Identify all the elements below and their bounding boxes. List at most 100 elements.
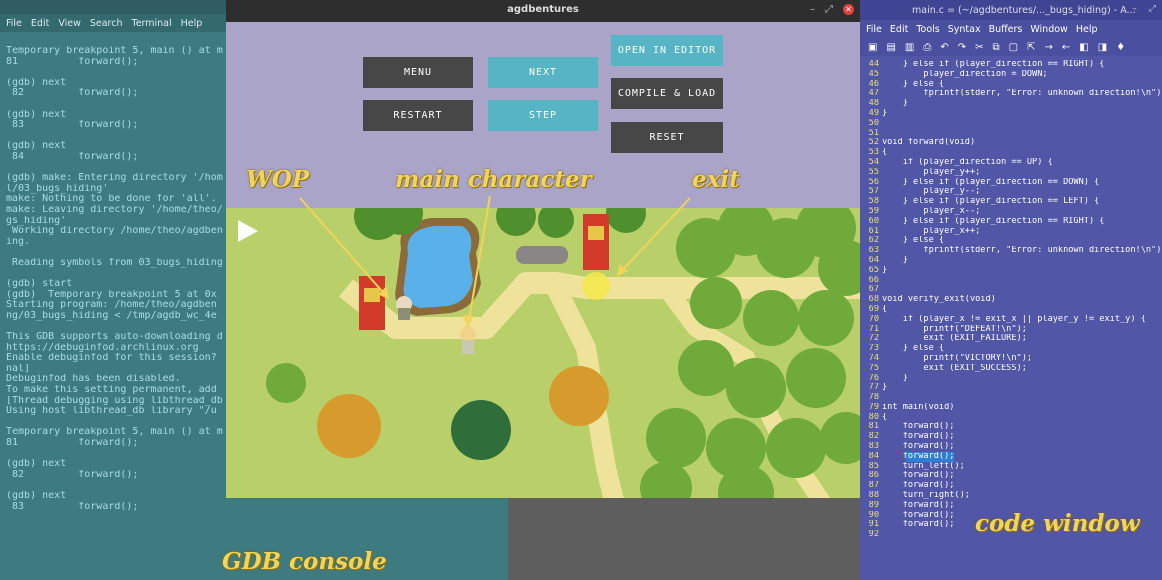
code-line: 47 fprintf(stderr, "Error: unknown direc… [860,89,1162,99]
line-number: 67 [868,285,879,295]
code-toolbar: ▣ ▤ ▥ ⎙ ↶ ↷ ✂ ⧉ ▢ ⇱ → ← ◧ ◨ ♦ [860,38,1162,56]
code-line: 83 forward(); [860,442,1162,452]
open-icon[interactable]: ▣ [868,42,877,53]
code-menu-file[interactable]: File [866,24,882,35]
code-menu-tools[interactable]: Tools [916,24,939,35]
line-number: 90 [868,510,879,520]
game-window: agdbentures – ⤢ ✕ MENU NEXT OPEN IN EDIT… [226,0,860,498]
line-number: 91 [868,520,879,530]
terminal-menu-search[interactable]: Search [90,18,123,29]
line-number: 55 [868,167,879,177]
line-number: 58 [868,197,879,207]
code-text: } else { [882,79,945,89]
maximize-icon[interactable]: ⤢ [825,4,833,15]
cut-icon[interactable]: ✂ [975,42,983,53]
code-line: 86 forward(); [860,471,1162,481]
code-text: printf("DEFEAT!\n"); [882,324,1027,334]
line-number: 81 [868,422,879,432]
code-text: forward(); [882,510,955,520]
code-line: 48 } [860,99,1162,109]
code-text: } else if (player_direction == RIGHT) { [882,216,1105,226]
line-number: 47 [868,89,879,99]
step-button[interactable]: STEP [488,100,598,131]
close-icon[interactable]: ✕ [843,4,854,15]
paste-icon[interactable]: ▢ [1009,42,1018,53]
terminal-menu-file[interactable]: File [6,18,22,29]
replace-icon[interactable]: ⇱ [1027,42,1035,53]
code-menu-window[interactable]: Window [1030,24,1067,35]
code-line: 72 exit (EXIT_FAILURE); [860,334,1162,344]
terminal-menu-help[interactable]: Help [181,18,203,29]
code-menu-syntax[interactable]: Syntax [948,24,981,35]
code-text: } else { [882,344,945,354]
line-number: 64 [868,255,879,265]
minimize-icon[interactable]: – [1132,4,1137,14]
line-number: 52 [868,138,879,148]
line-number: 88 [868,491,879,501]
code-text: player_direction = DOWN; [882,69,1048,79]
terminal-menu-view[interactable]: View [58,18,81,29]
line-number: 89 [868,500,879,510]
minimize-icon[interactable]: – [810,4,815,15]
annotation-code-window: code window [975,510,1140,537]
code-text: } [882,383,888,393]
code-line: 88 turn_right(); [860,491,1162,501]
redo-icon[interactable]: ↷ [958,42,966,53]
forward-icon[interactable]: → [1045,42,1053,53]
game-map-graphic [238,208,860,498]
code-text: exit (EXIT_FAILURE); [882,334,1027,344]
code-text: } else { [882,236,945,246]
game-map [226,208,860,498]
copy-icon[interactable]: ⧉ [993,42,1000,53]
code-menu-buffers[interactable]: Buffers [989,24,1023,35]
code-text: } [882,265,888,275]
line-number: 46 [868,79,879,89]
code-text: void forward(void) [882,138,976,148]
back-icon[interactable]: ← [1062,42,1070,53]
code-text: fprintf(stderr, "Error: unknown directio… [882,246,1162,256]
line-number: 44 [868,60,879,69]
code-line: 45 player_direction = DOWN; [860,70,1162,80]
tags-icon[interactable]: ♦ [1116,42,1125,53]
save-all-icon[interactable]: ▥ [905,42,914,53]
line-number: 85 [868,461,879,471]
code-line: 60 } else if (player_direction == RIGHT)… [860,217,1162,227]
terminal-menu-terminal[interactable]: Terminal [132,18,172,29]
menu-button[interactable]: MENU [363,57,473,88]
print-icon[interactable]: ⎙ [923,42,931,53]
save-icon[interactable]: ▤ [886,42,895,53]
background-area-bottom [508,498,860,580]
undo-icon[interactable]: ↶ [940,42,948,53]
maximize-icon[interactable]: ⤢ [1149,4,1156,14]
session-icon[interactable]: ◧ [1079,42,1088,53]
script-icon[interactable]: ◨ [1098,42,1107,53]
code-line: 78 [860,393,1162,403]
code-text: int main(void) [882,402,955,412]
line-number: 73 [868,344,879,354]
code-line: 70 if (player_x != exit_x || player_y !=… [860,315,1162,325]
compile-and-load-button[interactable]: COMPILE & LOAD [611,78,723,109]
code-line: 61 player_x++; [860,227,1162,237]
code-listing[interactable]: 44 } else if (player_direction == RIGHT)… [860,60,1162,540]
restart-button[interactable]: RESTART [363,100,473,131]
line-number: 56 [868,177,879,187]
code-line: 57 player_y--; [860,187,1162,197]
line-number: 87 [868,481,879,491]
line-number: 57 [868,187,879,197]
code-line: 53{ [860,148,1162,158]
code-menu-help[interactable]: Help [1076,24,1098,35]
terminal-menu-edit[interactable]: Edit [31,18,49,29]
open-in-editor-button[interactable]: OPEN IN EDITOR [611,35,723,66]
code-line: 59 player_x--; [860,207,1162,217]
code-line: 85 turn_left(); [860,462,1162,472]
code-line: 77} [860,383,1162,393]
code-line: 79 int main(void) [860,403,1162,413]
code-menu-edit[interactable]: Edit [890,24,908,35]
next-button[interactable]: NEXT [488,57,598,88]
reset-button[interactable]: RESET [611,122,723,153]
code-text: player_y++; [882,167,981,177]
line-number: 60 [868,216,879,226]
code-line: 62 } else { [860,236,1162,246]
code-line: 52 void forward(void) [860,138,1162,148]
line-number: 53 [868,148,879,158]
